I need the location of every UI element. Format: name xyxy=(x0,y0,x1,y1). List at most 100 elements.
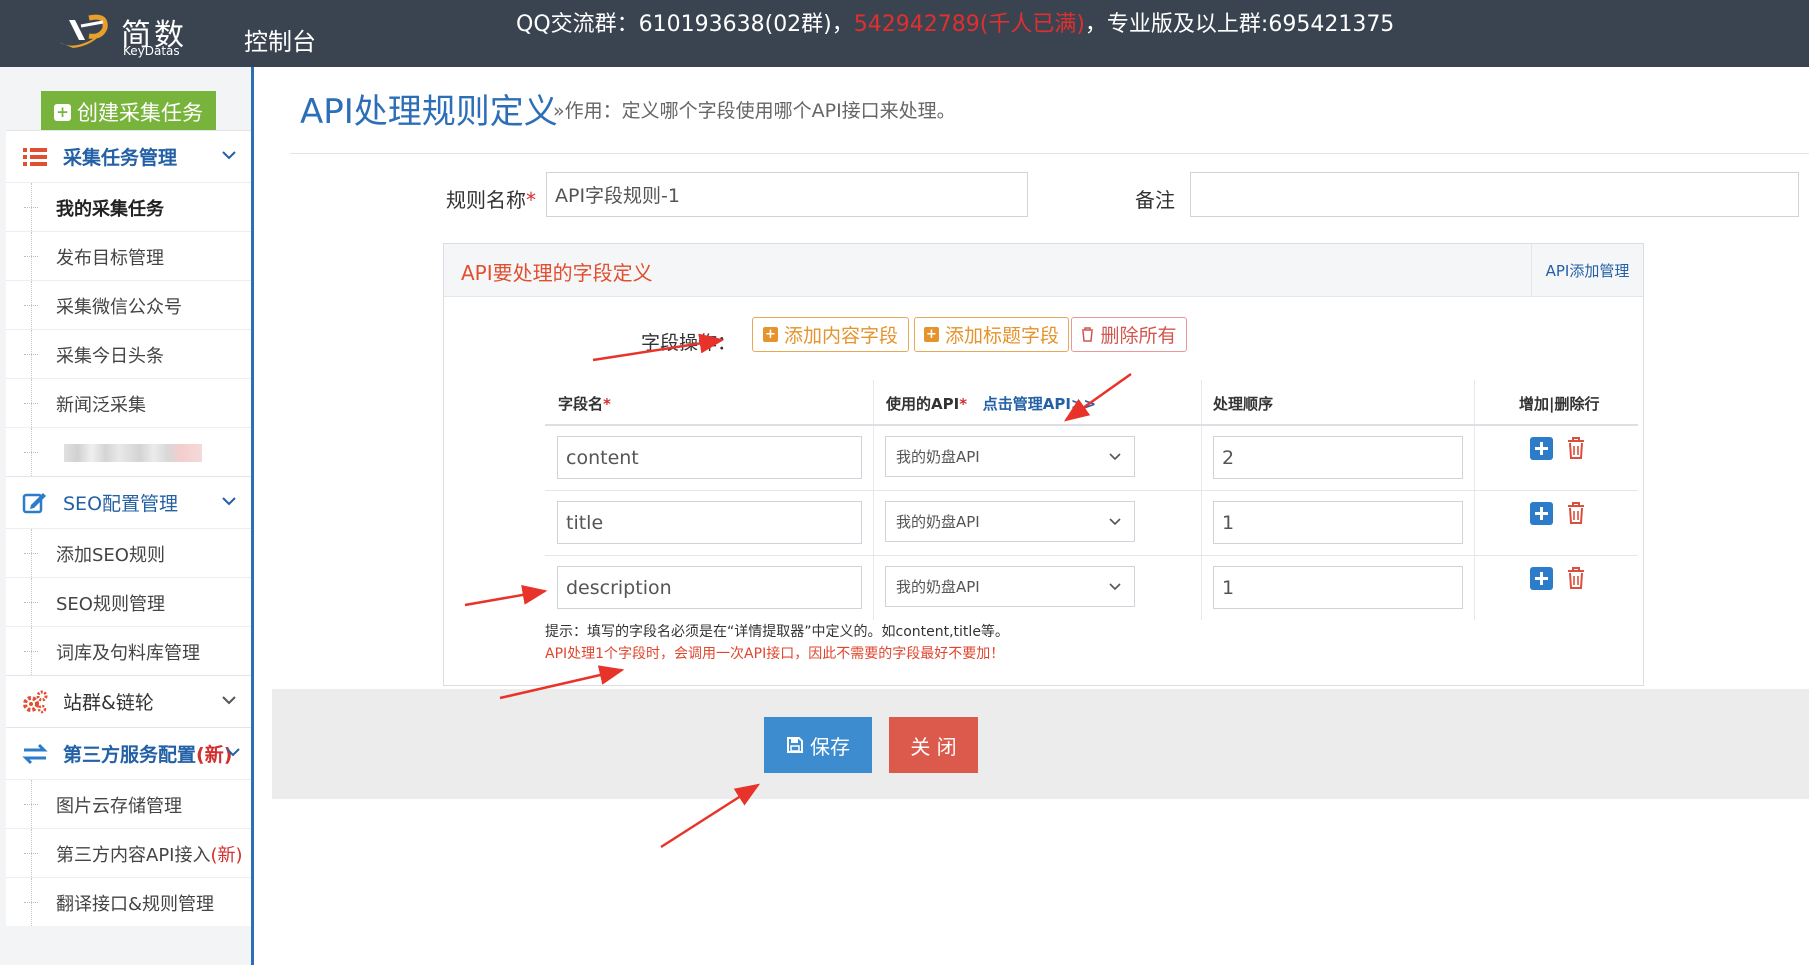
col-api-header: 使用的API* 点击管理API>> xyxy=(886,395,1097,413)
notice-full-group: 542942789(千人已满) xyxy=(853,12,1085,37)
sidebar-item-label: 词库及句料库管理 xyxy=(56,643,200,664)
rule-name-input[interactable]: API字段规则-1 xyxy=(546,172,1028,217)
save-label: 保存 xyxy=(810,734,850,759)
logo[interactable]: 简数 KeyDatas xyxy=(55,8,215,60)
button-label: 添加标题字段 xyxy=(944,325,1059,347)
order-input[interactable]: 1 xyxy=(1213,501,1463,544)
floppy-disk-icon xyxy=(787,737,803,753)
select-value: 我的奶盘API xyxy=(896,448,980,466)
field-hint: 提示：填写的字段名必须是在“详情提取器”中定义的。如content,title等… xyxy=(545,624,1009,640)
button-label: 添加内容字段 xyxy=(783,325,898,347)
sidebar-item-label: 翻译接口&规则管理 xyxy=(56,894,215,915)
sidebar-item-toutiao[interactable]: 采集今日头条 xyxy=(6,329,251,378)
create-task-button[interactable]: + 创建采集任务 xyxy=(41,91,216,133)
plus-icon xyxy=(1535,572,1548,585)
order-input[interactable]: 2 xyxy=(1213,436,1463,479)
sidebar-item-blurred[interactable] xyxy=(6,427,251,476)
sidebar-item-label: 图片云存储管理 xyxy=(56,796,182,817)
list-icon xyxy=(23,148,47,166)
select-value: 我的奶盘API xyxy=(896,578,980,596)
sidebar-item-label: 采集微信公众号 xyxy=(56,297,182,318)
field-ops-label: 字段操作： xyxy=(641,332,737,354)
add-content-field-button[interactable]: + 添加内容字段 xyxy=(752,317,909,352)
add-row-button[interactable] xyxy=(1530,502,1553,525)
api-manage-link[interactable]: API添加管理 xyxy=(1531,244,1643,297)
sidebar-group-sites[interactable]: 站群&链轮 xyxy=(6,675,251,727)
sidebar-item-image-storage[interactable]: 图片云存储管理 xyxy=(6,779,251,828)
plus-icon: + xyxy=(923,327,939,342)
sidebar-item-news[interactable]: 新闻泛采集 xyxy=(6,378,251,427)
col-ops-header: 增加|删除行 xyxy=(1519,395,1600,413)
close-button[interactable]: 关 闭 xyxy=(889,717,978,773)
page-title: API处理规则定义 xyxy=(300,92,558,132)
form-footer xyxy=(272,689,1809,799)
trash-icon xyxy=(1082,327,1094,342)
sidebar-item-label: SEO规则管理 xyxy=(56,594,165,615)
sidebar-group-label: 采集任务管理 xyxy=(63,147,178,169)
sidebar-item-add-seo[interactable]: 添加SEO规则 xyxy=(6,528,251,577)
sidebar-item-my-tasks[interactable]: 我的采集任务 xyxy=(6,182,251,231)
chevron-down-icon xyxy=(222,151,236,160)
table-header-line xyxy=(545,424,1638,426)
trash-icon[interactable] xyxy=(1566,501,1586,525)
chevron-down-icon xyxy=(226,748,240,757)
remark-input[interactable] xyxy=(1190,172,1799,217)
plus-icon: + xyxy=(54,103,71,121)
blurred-label xyxy=(64,444,202,462)
rule-name-label: 规则名称* xyxy=(446,188,536,212)
chevron-down-icon xyxy=(1109,518,1121,526)
api-select[interactable]: 我的奶盘API xyxy=(885,566,1135,607)
sidebar-group-label: 站群&链轮 xyxy=(63,692,154,714)
col-order-header: 处理顺序 xyxy=(1213,395,1274,413)
field-name-input[interactable]: description xyxy=(557,566,862,609)
add-row-button[interactable] xyxy=(1530,567,1553,590)
sidebar-group-label: SEO配置管理 xyxy=(63,493,179,515)
sidebar-item-label: 我的采集任务 xyxy=(56,199,164,220)
trash-icon[interactable] xyxy=(1566,436,1586,460)
sidebar-item-publish-targets[interactable]: 发布目标管理 xyxy=(6,231,251,280)
chevron-down-icon xyxy=(1109,453,1121,461)
plus-icon: + xyxy=(762,327,778,342)
table-row-line xyxy=(545,555,1638,556)
sidebar-item-wechat[interactable]: 采集微信公众号 xyxy=(6,280,251,329)
panel-title: API要处理的字段定义 xyxy=(461,261,653,285)
col-field-header: 字段名* xyxy=(558,395,611,413)
api-select[interactable]: 我的奶盘API xyxy=(885,436,1135,477)
button-label: 删除所有 xyxy=(1100,325,1177,347)
qq-group-notice: QQ交流群：610193638(02群)，542942789(千人已满)，专业版… xyxy=(516,6,1394,38)
panel-header: API要处理的字段定义 API添加管理 xyxy=(444,244,1643,297)
gears-icon xyxy=(23,690,48,714)
trash-icon[interactable] xyxy=(1566,566,1586,590)
sidebar-group-tasks[interactable]: 采集任务管理 xyxy=(6,130,251,182)
sidebar-group-third-party[interactable]: 第三方服务配置(新) xyxy=(6,727,251,779)
sidebar-item-lexicon[interactable]: 词库及句料库管理 xyxy=(6,626,251,675)
sidebar-item-content-api[interactable]: 第三方内容API接入(新) xyxy=(6,828,251,877)
table-row-line xyxy=(545,490,1638,491)
api-select[interactable]: 我的奶盘API xyxy=(885,501,1135,542)
field-name-input[interactable]: title xyxy=(557,501,862,544)
add-row-button[interactable] xyxy=(1530,437,1553,460)
field-name-input[interactable]: content xyxy=(557,436,862,479)
sidebar: + 创建采集任务 采集任务管理 我的采集任务 发布目标管理 采集微信公众号 采集… xyxy=(0,67,254,965)
create-task-label: 创建采集任务 xyxy=(77,101,203,125)
sidebar-item-label: 发布目标管理 xyxy=(56,248,164,269)
sidebar-item-label: 采集今日头条 xyxy=(56,346,164,367)
sidebar-item-label: 添加SEO规则 xyxy=(56,545,165,566)
manage-api-link[interactable]: 点击管理API>> xyxy=(983,395,1096,413)
order-input[interactable]: 1 xyxy=(1213,566,1463,609)
sidebar-item-translation[interactable]: 翻译接口&规则管理 xyxy=(6,877,251,926)
chevron-down-icon xyxy=(222,696,236,705)
chevron-down-icon xyxy=(1109,583,1121,591)
delete-all-button[interactable]: 删除所有 xyxy=(1071,317,1187,352)
plus-icon xyxy=(1535,442,1548,455)
select-value: 我的奶盘API xyxy=(896,513,980,531)
sidebar-group-seo[interactable]: SEO配置管理 xyxy=(6,476,251,528)
plus-icon xyxy=(1535,507,1548,520)
add-title-field-button[interactable]: + 添加标题字段 xyxy=(914,317,1069,352)
top-bar: 简数 KeyDatas 控制台 QQ交流群：610193638(02群)，542… xyxy=(0,0,1809,67)
notice-suffix: ，专业版及以上群:695421375 xyxy=(1084,12,1395,37)
save-button[interactable]: 保存 xyxy=(764,717,872,773)
console-title[interactable]: 控制台 xyxy=(244,22,316,57)
api-call-warning: API处理1个字段时，会调用一次API接口，因此不需要的字段最好不要加！ xyxy=(545,646,1005,662)
sidebar-item-seo-rules[interactable]: SEO规则管理 xyxy=(6,577,251,626)
